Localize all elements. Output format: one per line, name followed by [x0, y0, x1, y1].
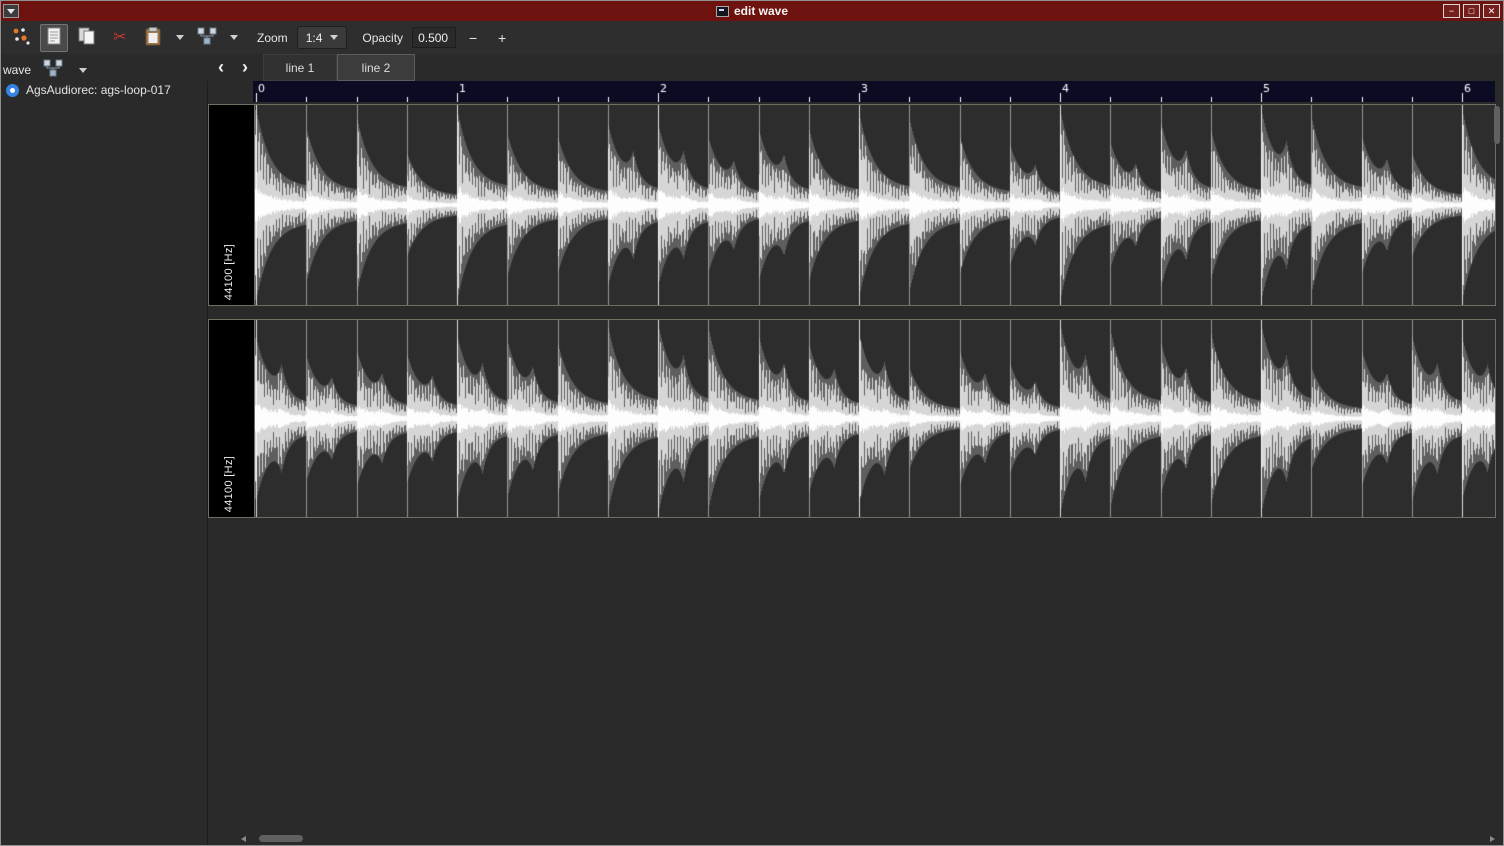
titlebar[interactable]: edit wave − □ ✕: [1, 1, 1503, 21]
position-tool-button[interactable]: [7, 24, 35, 52]
chevron-down-icon: [176, 35, 184, 40]
opacity-increase-button[interactable]: +: [490, 26, 514, 50]
machine-label: AgsAudiorec: ags-loop-017: [26, 83, 171, 97]
time-ruler[interactable]: [253, 81, 1495, 102]
select-tool-icon: [45, 26, 63, 49]
tool-graph-icon: [197, 27, 217, 48]
chevron-down-icon: [330, 35, 338, 40]
horizontal-scrollbar[interactable]: [253, 834, 1495, 843]
machine-graph-icon[interactable]: [43, 59, 63, 82]
paste-dropdown-button[interactable]: [172, 26, 188, 50]
copy-icon: [77, 26, 97, 49]
cut-icon: ✂: [113, 30, 126, 46]
zoom-label: Zoom: [257, 31, 288, 45]
machine-list-item[interactable]: AgsAudiorec: ags-loop-017: [6, 83, 171, 97]
wave-channel-0: 44100 [Hz]: [208, 104, 1496, 306]
paste-icon: [143, 26, 163, 49]
toolbar: ✂: [2, 21, 1502, 54]
waveform-canvas-1[interactable]: [255, 320, 1495, 517]
app-icon: [716, 6, 729, 17]
tab-line-1[interactable]: line 1: [263, 54, 337, 81]
samplerate-label: 44100 [Hz]: [223, 456, 235, 512]
tab-scroll-left-button[interactable]: ‹: [210, 56, 232, 78]
wave-selector-dropdown-button[interactable]: [75, 58, 91, 82]
window-menu-button[interactable]: [3, 4, 19, 18]
cut-button[interactable]: ✂: [106, 24, 134, 52]
vertical-scrollbar-thumb[interactable]: [1494, 106, 1500, 144]
tool-popup-button[interactable]: [193, 24, 221, 52]
samplerate-label: 44100 [Hz]: [223, 244, 235, 300]
zoom-value: 1:4: [306, 31, 323, 45]
minimize-button[interactable]: −: [1443, 4, 1460, 18]
window-menu-arrow-icon: [7, 9, 15, 14]
line-tabs: line 1 line 2: [263, 54, 415, 81]
opacity-label: Opacity: [362, 31, 403, 45]
edit-wave-window: edit wave − □ ✕: [0, 0, 1504, 846]
waveform-canvas-0[interactable]: [255, 105, 1495, 305]
wave-selector-label: wave: [3, 63, 31, 77]
machine-radio-button[interactable]: [6, 84, 19, 97]
zoom-combobox[interactable]: 1:4: [297, 26, 348, 49]
tab-line-2[interactable]: line 2: [337, 54, 415, 81]
samplerate-strip: 44100 [Hz]: [209, 320, 255, 517]
wave-editor-selector: wave: [3, 58, 91, 82]
opacity-input[interactable]: [412, 27, 456, 48]
wave-channel-1: 44100 [Hz]: [208, 319, 1496, 518]
paste-button[interactable]: [139, 24, 167, 52]
vertical-scrollbar[interactable]: [1493, 103, 1502, 831]
select-tool-button[interactable]: [40, 24, 68, 52]
window-title-text: edit wave: [734, 4, 788, 18]
opacity-decrease-button[interactable]: −: [461, 26, 485, 50]
scroll-right-arrow-icon[interactable]: [1490, 836, 1495, 842]
chevron-down-icon: [230, 35, 238, 40]
position-tool-icon: [11, 26, 31, 49]
tool-dropdown-button[interactable]: [226, 26, 242, 50]
close-button[interactable]: ✕: [1483, 4, 1500, 18]
horizontal-scrollbar-thumb[interactable]: [259, 835, 303, 842]
tab-scroll-right-button[interactable]: ›: [234, 56, 256, 78]
copy-button[interactable]: [73, 24, 101, 52]
samplerate-strip: 44100 [Hz]: [209, 105, 255, 305]
chevron-down-icon: [79, 68, 87, 73]
window-title: edit wave: [716, 4, 788, 18]
window-controls: − □ ✕: [1443, 4, 1500, 18]
scroll-left-arrow-icon[interactable]: [241, 836, 246, 842]
maximize-button[interactable]: □: [1463, 4, 1480, 18]
